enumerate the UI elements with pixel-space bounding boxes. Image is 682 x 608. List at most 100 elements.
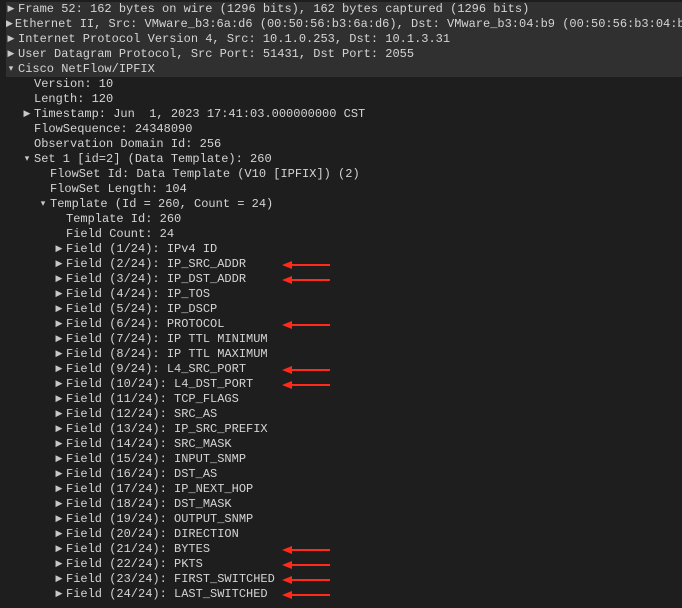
expand-icon[interactable]: ▶	[54, 512, 64, 527]
field-label: Field (12/24): SRC_AS	[64, 407, 217, 422]
annotation-arrow-icon	[282, 365, 330, 373]
tree-row-field[interactable]: ▶Field (8/24): IP TTL MAXIMUM	[6, 347, 682, 362]
field-label: Field (10/24): L4_DST_PORT	[64, 377, 253, 392]
expand-icon[interactable]: ▶	[54, 452, 64, 467]
tree-row-field-count[interactable]: • Field Count: 24	[6, 227, 682, 242]
tree-row-field[interactable]: ▶Field (12/24): SRC_AS	[6, 407, 682, 422]
tree-row-flowset-length[interactable]: • FlowSet Length: 104	[6, 182, 682, 197]
tree-row-template-id[interactable]: • Template Id: 260	[6, 212, 682, 227]
expand-icon[interactable]: ▶	[54, 317, 64, 332]
expand-icon[interactable]: ▶	[54, 572, 64, 587]
tree-row-field[interactable]: ▶Field (6/24): PROTOCOL	[6, 317, 682, 332]
field-label: Field (16/24): DST_AS	[64, 467, 217, 482]
expand-icon[interactable]: ▶	[54, 422, 64, 437]
tree-row-field[interactable]: ▶Field (17/24): IP_NEXT_HOP	[6, 482, 682, 497]
field-label: Field (22/24): PKTS	[64, 557, 203, 572]
tree-row-obsdomain[interactable]: • Observation Domain Id: 256	[6, 137, 682, 152]
tree-row-timestamp[interactable]: ▶ Timestamp: Jun 1, 2023 17:41:03.000000…	[6, 107, 682, 122]
field-label: Field (17/24): IP_NEXT_HOP	[64, 482, 253, 497]
field-label: Field (4/24): IP_TOS	[64, 287, 210, 302]
ethernet-summary: Ethernet II, Src: VMware_b3:6a:d6 (00:50…	[13, 17, 682, 32]
netflow-flowsequence: FlowSequence: 24348090	[32, 122, 192, 137]
field-label: Field (3/24): IP_DST_ADDR	[64, 272, 246, 287]
expand-icon[interactable]: ▶	[6, 17, 13, 32]
field-label: Field (8/24): IP TTL MAXIMUM	[64, 347, 268, 362]
tree-row-netflow[interactable]: ▾ Cisco NetFlow/IPFIX	[6, 62, 682, 77]
leaf-icon: •	[54, 227, 64, 242]
expand-icon[interactable]: ▶	[54, 482, 64, 497]
expand-icon[interactable]: ▶	[54, 557, 64, 572]
tree-row-field[interactable]: ▶Field (11/24): TCP_FLAGS	[6, 392, 682, 407]
collapse-icon[interactable]: ▾	[22, 152, 32, 167]
tree-row-field[interactable]: ▶Field (15/24): INPUT_SNMP	[6, 452, 682, 467]
collapse-icon[interactable]: ▾	[6, 62, 16, 77]
tree-row-flowset-id[interactable]: • FlowSet Id: Data Template (V10 [IPFIX]…	[6, 167, 682, 182]
netflow-timestamp: Timestamp: Jun 1, 2023 17:41:03.00000000…	[32, 107, 365, 122]
expand-icon[interactable]: ▶	[6, 2, 16, 17]
annotation-arrow-icon	[282, 380, 330, 388]
field-label: Field (14/24): SRC_MASK	[64, 437, 232, 452]
expand-icon[interactable]: ▶	[54, 257, 64, 272]
tree-row-field[interactable]: ▶Field (7/24): IP TTL MINIMUM	[6, 332, 682, 347]
tree-row-field[interactable]: ▶Field (24/24): LAST_SWITCHED	[6, 587, 682, 602]
tree-row-frame[interactable]: ▶ Frame 52: 162 bytes on wire (1296 bits…	[6, 2, 682, 17]
expand-icon[interactable]: ▶	[54, 242, 64, 257]
tree-row-field[interactable]: ▶Field (19/24): OUTPUT_SNMP	[6, 512, 682, 527]
tree-row-length[interactable]: • Length: 120	[6, 92, 682, 107]
field-label: Field (6/24): PROTOCOL	[64, 317, 224, 332]
tree-row-field[interactable]: ▶Field (13/24): IP_SRC_PREFIX	[6, 422, 682, 437]
expand-icon[interactable]: ▶	[54, 467, 64, 482]
expand-icon[interactable]: ▶	[54, 377, 64, 392]
tree-row-set[interactable]: ▾ Set 1 [id=2] (Data Template): 260	[6, 152, 682, 167]
tree-row-template[interactable]: ▾ Template (Id = 260, Count = 24)	[6, 197, 682, 212]
expand-icon[interactable]: ▶	[54, 392, 64, 407]
tree-row-field[interactable]: ▶Field (1/24): IPv4 ID	[6, 242, 682, 257]
netflow-length: Length: 120	[32, 92, 113, 107]
tree-row-field[interactable]: ▶Field (23/24): FIRST_SWITCHED	[6, 572, 682, 587]
leaf-icon: •	[38, 167, 48, 182]
expand-icon[interactable]: ▶	[22, 107, 32, 122]
collapse-icon[interactable]: ▾	[38, 197, 48, 212]
tree-row-field[interactable]: ▶Field (14/24): SRC_MASK	[6, 437, 682, 452]
expand-icon[interactable]: ▶	[54, 542, 64, 557]
flowset-id: FlowSet Id: Data Template (V10 [IPFIX]) …	[48, 167, 360, 182]
tree-row-field[interactable]: ▶Field (22/24): PKTS	[6, 557, 682, 572]
field-label: Field (21/24): BYTES	[64, 542, 210, 557]
field-label: Field (2/24): IP_SRC_ADDR	[64, 257, 246, 272]
expand-icon[interactable]: ▶	[54, 437, 64, 452]
expand-icon[interactable]: ▶	[54, 407, 64, 422]
tree-row-field[interactable]: ▶Field (4/24): IP_TOS	[6, 287, 682, 302]
expand-icon[interactable]: ▶	[54, 272, 64, 287]
flowset-length: FlowSet Length: 104	[48, 182, 187, 197]
tree-row-field[interactable]: ▶Field (2/24): IP_SRC_ADDR	[6, 257, 682, 272]
leaf-icon: •	[22, 77, 32, 92]
expand-icon[interactable]: ▶	[6, 47, 16, 62]
expand-icon[interactable]: ▶	[54, 347, 64, 362]
tree-row-field[interactable]: ▶Field (20/24): DIRECTION	[6, 527, 682, 542]
expand-icon[interactable]: ▶	[6, 32, 16, 47]
expand-icon[interactable]: ▶	[54, 287, 64, 302]
field-label: Field (24/24): LAST_SWITCHED	[64, 587, 268, 602]
tree-row-flowsequence[interactable]: • FlowSequence: 24348090	[6, 122, 682, 137]
expand-icon[interactable]: ▶	[54, 362, 64, 377]
tree-row-udp[interactable]: ▶ User Datagram Protocol, Src Port: 5143…	[6, 47, 682, 62]
expand-icon[interactable]: ▶	[54, 497, 64, 512]
tree-row-ip[interactable]: ▶ Internet Protocol Version 4, Src: 10.1…	[6, 32, 682, 47]
tree-row-field[interactable]: ▶Field (3/24): IP_DST_ADDR	[6, 272, 682, 287]
tree-row-ethernet[interactable]: ▶ Ethernet II, Src: VMware_b3:6a:d6 (00:…	[6, 17, 682, 32]
netflow-version: Version: 10	[32, 77, 113, 92]
tree-row-field[interactable]: ▶Field (16/24): DST_AS	[6, 467, 682, 482]
expand-icon[interactable]: ▶	[54, 332, 64, 347]
tree-row-version[interactable]: • Version: 10	[6, 77, 682, 92]
expand-icon[interactable]: ▶	[54, 527, 64, 542]
expand-icon[interactable]: ▶	[54, 302, 64, 317]
field-count: Field Count: 24	[64, 227, 174, 242]
tree-row-field[interactable]: ▶Field (5/24): IP_DSCP	[6, 302, 682, 317]
tree-row-field[interactable]: ▶Field (10/24): L4_DST_PORT	[6, 377, 682, 392]
expand-icon[interactable]: ▶	[54, 587, 64, 602]
field-label: Field (5/24): IP_DSCP	[64, 302, 217, 317]
tree-row-field[interactable]: ▶Field (9/24): L4_SRC_PORT	[6, 362, 682, 377]
tree-row-field[interactable]: ▶Field (21/24): BYTES	[6, 542, 682, 557]
tree-row-field[interactable]: ▶Field (18/24): DST_MASK	[6, 497, 682, 512]
annotation-arrow-icon	[282, 275, 330, 283]
